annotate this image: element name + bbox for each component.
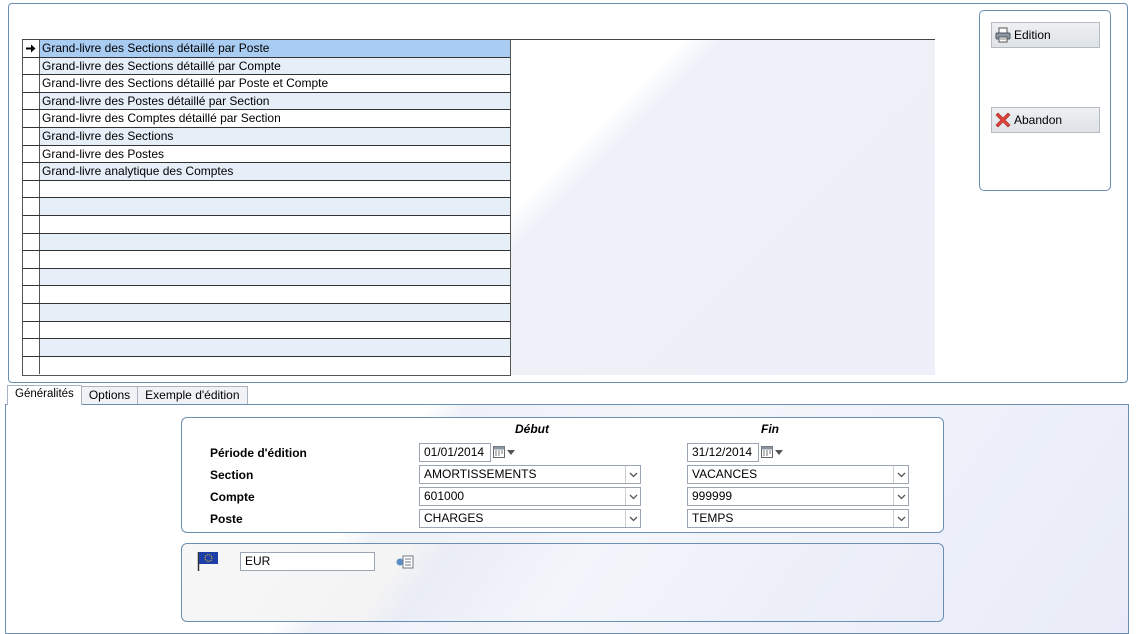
empty-row[interactable] bbox=[23, 198, 510, 216]
eu-flag-icon bbox=[197, 551, 219, 574]
section-debut-value: AMORTISSEMENTS bbox=[424, 467, 537, 481]
dropdown-arrow-icon bbox=[507, 449, 515, 455]
poste-fin-value: TEMPS bbox=[692, 511, 734, 525]
report-row-label: Grand-livre des Postes détaillé par Sect… bbox=[42, 93, 270, 108]
poste-label: Poste bbox=[210, 512, 243, 526]
report-row-label: Grand-livre des Sections détaillé par Po… bbox=[42, 76, 329, 91]
report-row-label: Grand-livre analytique des Comptes bbox=[42, 164, 234, 179]
tab-bar: Généralités Options Exemple d'édition bbox=[7, 385, 248, 405]
edition-button-label: Edition bbox=[1014, 28, 1051, 42]
poste-debut-select[interactable]: CHARGES bbox=[419, 509, 641, 528]
fin-column-header: Fin bbox=[761, 422, 779, 436]
report-row-label: Grand-livre des Postes bbox=[42, 146, 165, 161]
report-row-label: Grand-livre des Comptes détaillé par Sec… bbox=[42, 111, 281, 126]
report-row[interactable]: Grand-livre des Sections détaillé par Po… bbox=[23, 40, 510, 58]
report-row[interactable]: Grand-livre des Sections détaillé par Co… bbox=[23, 57, 510, 76]
section-label: Section bbox=[210, 468, 254, 482]
empty-row[interactable] bbox=[23, 180, 510, 199]
calendar-icon bbox=[761, 446, 773, 458]
report-selection-panel: Grand-livre des Sections détaillé par Po… bbox=[8, 3, 1128, 383]
empty-row[interactable] bbox=[23, 251, 510, 269]
action-button-panel: Edition Abandon bbox=[979, 10, 1111, 191]
empty-row[interactable] bbox=[23, 268, 510, 287]
chevron-down-icon[interactable] bbox=[625, 488, 640, 505]
chevron-down-icon[interactable] bbox=[625, 510, 640, 527]
compte-debut-select[interactable]: 601000 bbox=[419, 487, 641, 506]
empty-row[interactable] bbox=[23, 321, 510, 340]
abandon-button[interactable]: Abandon bbox=[991, 107, 1100, 133]
empty-row[interactable] bbox=[23, 356, 510, 375]
tab-exemple-edition[interactable]: Exemple d'édition bbox=[137, 386, 248, 405]
periode-fin-input[interactable]: 31/12/2014 bbox=[687, 443, 759, 462]
report-row[interactable]: Grand-livre des Postes détaillé par Sect… bbox=[23, 92, 510, 111]
poste-debut-value: CHARGES bbox=[424, 511, 484, 525]
compte-fin-select[interactable]: 999999 bbox=[687, 487, 909, 506]
periode-label: Période d'édition bbox=[210, 446, 307, 460]
poste-fin-select[interactable]: TEMPS bbox=[687, 509, 909, 528]
report-row-label: Grand-livre des Sections détaillé par Po… bbox=[42, 41, 270, 55]
chevron-down-icon[interactable] bbox=[893, 466, 908, 483]
currency-list-icon[interactable] bbox=[396, 554, 414, 572]
empty-row[interactable] bbox=[23, 233, 510, 252]
current-row-arrow-icon bbox=[23, 40, 40, 57]
section-fin-value: VACANCES bbox=[692, 467, 758, 481]
chevron-down-icon[interactable] bbox=[625, 466, 640, 483]
report-grid: Grand-livre des Sections détaillé par Po… bbox=[22, 40, 511, 376]
empty-row[interactable] bbox=[23, 303, 510, 322]
tab-options[interactable]: Options bbox=[80, 386, 139, 405]
report-row-label: Grand-livre des Sections détaillé par Co… bbox=[42, 58, 281, 73]
report-grid-area: Grand-livre des Sections détaillé par Po… bbox=[22, 39, 935, 376]
tab-generalites[interactable]: Généralités bbox=[7, 385, 82, 405]
printer-icon bbox=[995, 27, 1011, 43]
section-fin-select[interactable]: VACANCES bbox=[687, 465, 909, 484]
chevron-down-icon[interactable] bbox=[893, 510, 908, 527]
compte-label: Compte bbox=[210, 490, 255, 504]
abandon-button-label: Abandon bbox=[1014, 113, 1063, 127]
compte-debut-value: 601000 bbox=[424, 489, 465, 503]
empty-row[interactable] bbox=[23, 215, 510, 234]
report-row[interactable]: Grand-livre des Sections détaillé par Po… bbox=[23, 75, 510, 93]
report-row[interactable]: Grand-livre des Sections bbox=[23, 127, 510, 146]
close-icon bbox=[995, 112, 1011, 128]
empty-row[interactable] bbox=[23, 286, 510, 304]
periode-fin-calendar[interactable] bbox=[761, 445, 787, 459]
calendar-icon bbox=[493, 446, 505, 458]
compte-fin-value: 999999 bbox=[692, 489, 733, 503]
edition-button[interactable]: Edition bbox=[991, 22, 1100, 48]
currency-input[interactable]: EUR bbox=[240, 552, 375, 571]
chevron-down-icon[interactable] bbox=[893, 488, 908, 505]
empty-row[interactable] bbox=[23, 339, 510, 357]
report-row[interactable]: Grand-livre des Postes bbox=[23, 145, 510, 164]
report-row[interactable]: Grand-livre des Comptes détaillé par Sec… bbox=[23, 110, 510, 128]
periode-debut-calendar[interactable] bbox=[493, 445, 519, 459]
debut-column-header: Début bbox=[515, 422, 549, 436]
dropdown-arrow-icon bbox=[775, 449, 783, 455]
section-debut-select[interactable]: AMORTISSEMENTS bbox=[419, 465, 641, 484]
report-row-label: Grand-livre des Sections bbox=[42, 128, 174, 143]
report-row[interactable]: Grand-livre analytique des Comptes bbox=[23, 163, 510, 181]
periode-debut-input[interactable]: 01/01/2014 bbox=[419, 443, 491, 462]
